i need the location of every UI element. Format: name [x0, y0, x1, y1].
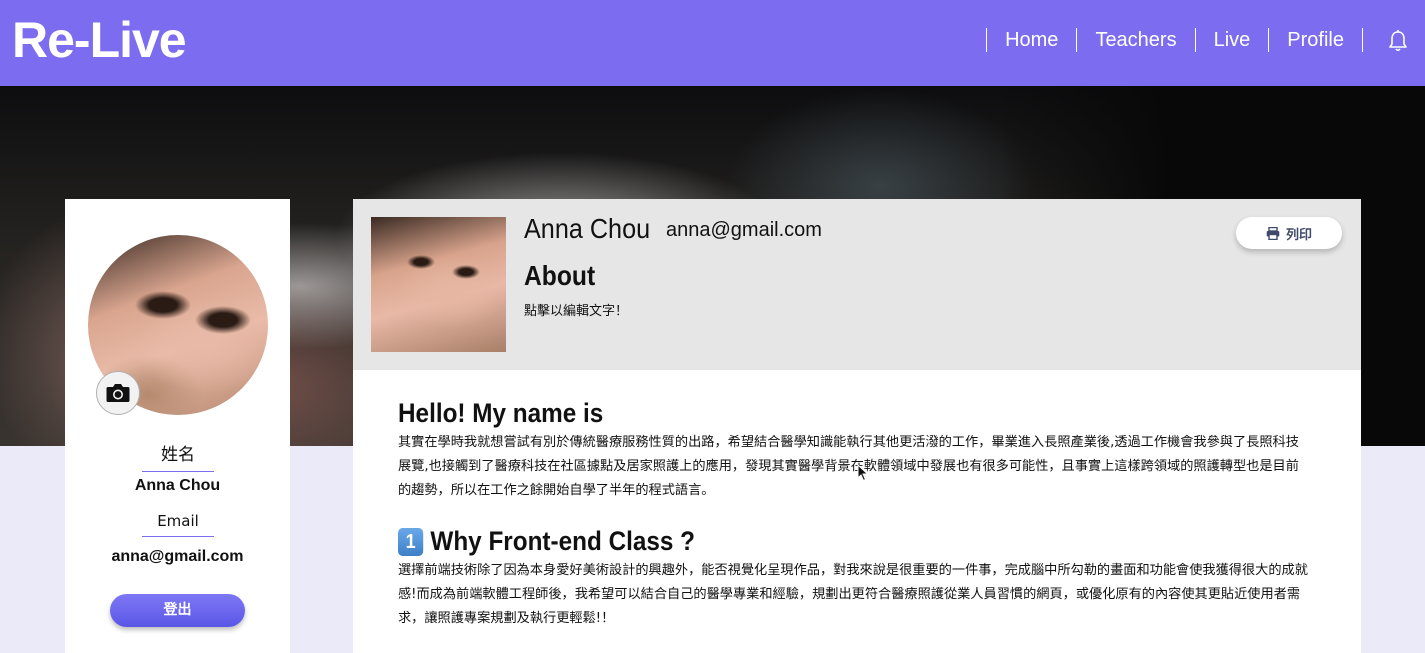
- notification-bell-icon[interactable]: [1387, 29, 1409, 53]
- name-value: Anna Chou: [134, 477, 221, 494]
- section-title-why: 1 Why Front-end Class ?: [398, 526, 695, 557]
- site-logo[interactable]: Re-Live: [12, 10, 187, 70]
- keycap-number-icon: 1: [398, 527, 424, 556]
- nav-home[interactable]: Home: [987, 28, 1076, 52]
- nav-live[interactable]: Live: [1196, 28, 1269, 52]
- email-label: Email: [142, 512, 214, 537]
- nav-divider: [1362, 28, 1363, 52]
- print-label: 列印: [1285, 227, 1312, 243]
- name-label: 姓名: [142, 440, 214, 472]
- nav-profile[interactable]: Profile: [1269, 28, 1362, 52]
- main-nav: Home Teachers Live Profile: [986, 28, 1363, 52]
- email-value: anna@gmail.com: [111, 548, 244, 565]
- profile-header: Anna Chou anna@gmail.com About 點擊以編輯文字！ …: [353, 199, 1361, 370]
- section-text-hello: 其實在學時我就想嘗試有別於傳統醫療服務性質的出路，希望結合醫學知識能執行其他更活…: [398, 435, 1299, 498]
- camera-icon[interactable]: [96, 371, 140, 415]
- section-title-hello: Hello! My name is: [398, 398, 604, 428]
- printer-icon: [1266, 226, 1280, 240]
- nav-teachers[interactable]: Teachers: [1077, 28, 1194, 52]
- profile-sidebar: 姓名 Anna Chou Email anna@gmail.com 登出: [65, 199, 290, 653]
- about-editable-text[interactable]: 點擊以編輯文字！: [524, 300, 628, 319]
- print-button[interactable]: 列印: [1236, 217, 1342, 249]
- section-text-why: 選擇前端技術除了因為本身愛好美術設計的興趣外，能否視覺化呈現作品，對我來說是很重…: [398, 563, 1308, 626]
- profile-main-card: Anna Chou anna@gmail.com About 點擊以編輯文字！ …: [353, 199, 1361, 653]
- profile-photo: [371, 217, 506, 352]
- about-heading: About: [524, 260, 596, 291]
- mouse-cursor-icon: [857, 464, 869, 482]
- profile-email: anna@gmail.com: [666, 219, 822, 241]
- logout-button[interactable]: 登出: [110, 594, 245, 627]
- section-title-why-text: Why Front-end Class ?: [430, 526, 696, 556]
- top-navbar: Re-Live Home Teachers Live Profile: [0, 0, 1425, 86]
- profile-name: Anna Chou: [524, 213, 651, 244]
